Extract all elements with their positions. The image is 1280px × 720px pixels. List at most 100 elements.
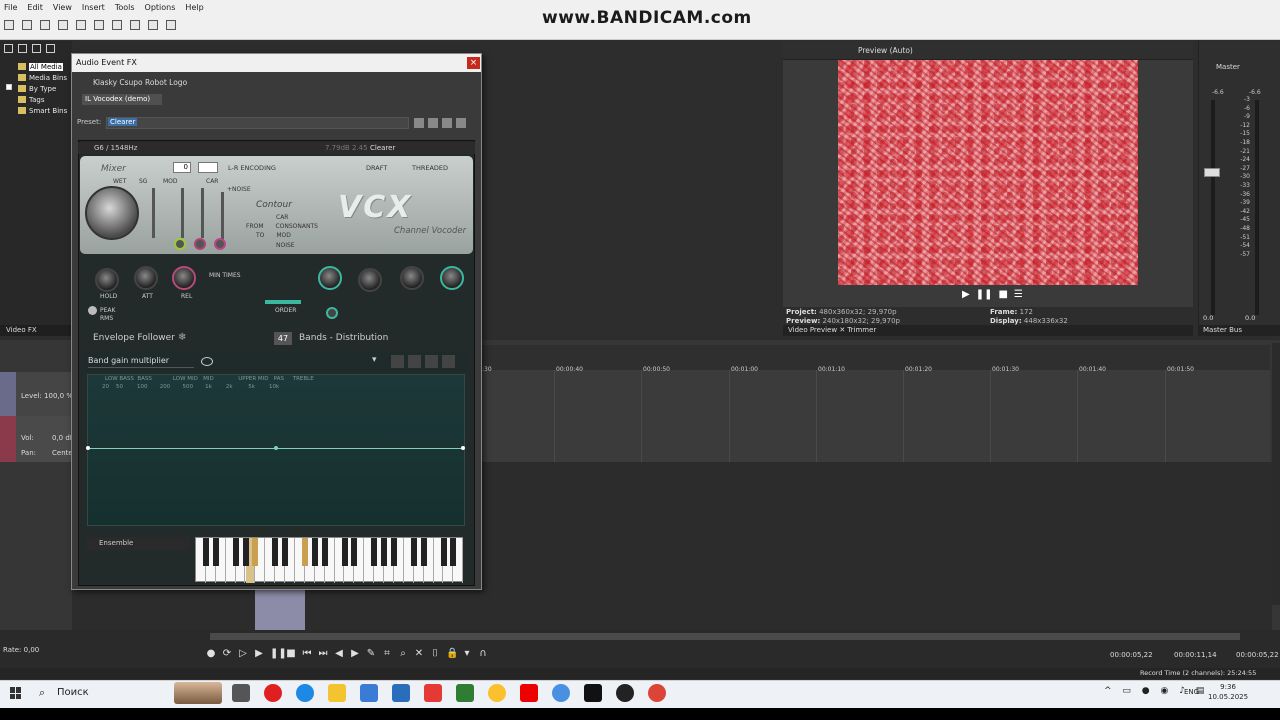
peak-rms-switch[interactable] xyxy=(88,306,97,315)
properties-icon[interactable] xyxy=(76,20,86,30)
delete-preset-icon[interactable] xyxy=(442,118,452,128)
menu-tools[interactable]: Tools xyxy=(115,3,135,12)
yandex-icon[interactable] xyxy=(424,684,442,702)
tab-trimmer[interactable]: Trimmer xyxy=(847,326,876,334)
peak-option[interactable]: PEAK xyxy=(100,307,115,314)
piano-black-key[interactable] xyxy=(381,538,388,566)
open-icon[interactable] xyxy=(22,20,32,30)
mod-fader[interactable] xyxy=(181,188,184,238)
pause-icon[interactable]: ❚❚ xyxy=(976,289,993,300)
voices-knob[interactable] xyxy=(440,266,464,290)
file-explorer-icon[interactable] xyxy=(328,684,346,702)
taskbar-search[interactable]: Поиск xyxy=(57,687,89,698)
expand-icon[interactable] xyxy=(6,84,12,90)
preset-dropdown[interactable] xyxy=(106,117,409,129)
tree-smart-bins[interactable]: Smart Bins xyxy=(18,105,67,116)
piano-black-key[interactable] xyxy=(252,538,259,566)
menu-help[interactable]: Help xyxy=(185,3,203,12)
undo-icon[interactable] xyxy=(130,20,140,30)
piano-black-key[interactable] xyxy=(202,538,209,566)
link-icon[interactable] xyxy=(201,357,213,366)
timeline-clip[interactable] xyxy=(255,588,305,632)
opera-icon[interactable] xyxy=(264,684,282,702)
brush-icon[interactable] xyxy=(442,355,455,368)
piano-black-key[interactable] xyxy=(321,538,328,566)
tree-tags[interactable]: Tags xyxy=(18,94,67,105)
outlook-icon[interactable] xyxy=(392,684,410,702)
car-knob[interactable] xyxy=(194,238,206,250)
piano-keyboard[interactable] xyxy=(195,537,464,583)
lock-icon[interactable]: 🔒 xyxy=(446,648,458,659)
marker-icon[interactable]: ▾ xyxy=(462,648,472,659)
piano-black-key[interactable] xyxy=(391,538,397,566)
snap-icon[interactable] xyxy=(166,20,176,30)
copy-icon[interactable] xyxy=(112,20,122,30)
threaded-toggle[interactable]: THREADED xyxy=(412,164,448,172)
menu-file[interactable]: File xyxy=(4,3,17,12)
snap-icon[interactable]: ∩ xyxy=(478,648,488,659)
order-knob[interactable] xyxy=(326,307,338,319)
piano-black-key[interactable] xyxy=(341,538,348,566)
master-fader[interactable] xyxy=(1204,168,1220,177)
sg-fader[interactable] xyxy=(152,188,155,238)
order-slider[interactable] xyxy=(265,300,301,304)
go-end-icon[interactable]: ⏭ xyxy=(318,648,328,659)
value-field[interactable] xyxy=(198,162,218,173)
trim-icon[interactable]: ⌷ xyxy=(430,648,440,659)
next-frame-icon[interactable]: ▶ xyxy=(350,648,360,659)
delete-icon[interactable]: ✕ xyxy=(414,648,424,659)
close-button[interactable]: × xyxy=(467,57,480,69)
render-icon[interactable] xyxy=(58,20,68,30)
noise-fader[interactable] xyxy=(221,192,224,242)
piano-black-key[interactable] xyxy=(212,538,219,566)
refresh-icon[interactable] xyxy=(46,44,55,53)
stop-icon[interactable]: ■ xyxy=(286,648,296,659)
language-indicator[interactable]: ENG xyxy=(1184,688,1199,696)
snowflake-icon[interactable]: ❄ xyxy=(178,332,186,343)
clock[interactable]: 9:36 10.05.2025 xyxy=(1208,682,1248,702)
tree-by-type[interactable]: By Type xyxy=(18,83,67,94)
menu-options[interactable]: Options xyxy=(145,3,176,12)
formant-knob[interactable] xyxy=(318,266,342,290)
contour-opt-noise[interactable]: NOISE xyxy=(246,241,318,250)
rms-option[interactable]: RMS xyxy=(100,315,113,322)
open-preset-icon[interactable] xyxy=(414,118,424,128)
messenger-icon[interactable] xyxy=(552,684,570,702)
tab-master-bus[interactable]: Master Bus xyxy=(1198,325,1280,336)
task-view-icon[interactable] xyxy=(232,684,250,702)
search-icon[interactable]: ⌕ xyxy=(39,686,45,700)
preview-quality-dropdown[interactable]: Preview (Auto) xyxy=(858,46,913,55)
piano-black-key[interactable] xyxy=(420,538,427,566)
tree-media-bins[interactable]: Media Bins xyxy=(18,72,67,83)
menu-view[interactable]: View xyxy=(53,3,72,12)
order-field[interactable]: 0 xyxy=(173,162,191,173)
piano-black-key[interactable] xyxy=(410,538,417,566)
timeline-tracks[interactable] xyxy=(480,370,1270,462)
snowflake-icon[interactable] xyxy=(391,355,404,368)
piano-black-key[interactable] xyxy=(450,538,457,566)
record-icon[interactable]: ● xyxy=(206,648,216,659)
pencil-icon[interactable] xyxy=(408,355,421,368)
piano-black-key[interactable] xyxy=(232,538,239,566)
bandicam-icon[interactable] xyxy=(616,684,634,702)
youtube-icon[interactable] xyxy=(520,684,538,702)
contour-opt-mod[interactable]: MOD xyxy=(266,232,291,239)
piano-black-key[interactable] xyxy=(242,538,249,566)
contour-opt-car[interactable]: CAR xyxy=(246,213,318,222)
zoom-icon[interactable]: ⌕ xyxy=(398,648,408,659)
play-icon[interactable]: ▶ xyxy=(254,648,264,659)
vertical-scrollbar[interactable] xyxy=(1272,343,1280,605)
loop-icon[interactable]: ⟳ xyxy=(222,648,232,659)
band-gain-dropdown[interactable]: Band gain multiplier xyxy=(88,356,194,368)
chevron-down-icon[interactable]: ▾ xyxy=(372,355,377,365)
tree-all-media[interactable]: All Media xyxy=(18,61,67,72)
curve-point-start[interactable] xyxy=(86,446,90,450)
hold-knob[interactable] xyxy=(95,268,119,292)
pause-icon[interactable]: ❚❚ xyxy=(270,648,287,659)
save-icon[interactable] xyxy=(40,20,50,30)
zl-icon[interactable] xyxy=(456,684,474,702)
piano-black-key[interactable] xyxy=(440,538,447,566)
piano-black-key[interactable] xyxy=(371,538,378,566)
piano-black-key[interactable] xyxy=(351,538,358,566)
new-icon[interactable] xyxy=(4,20,14,30)
